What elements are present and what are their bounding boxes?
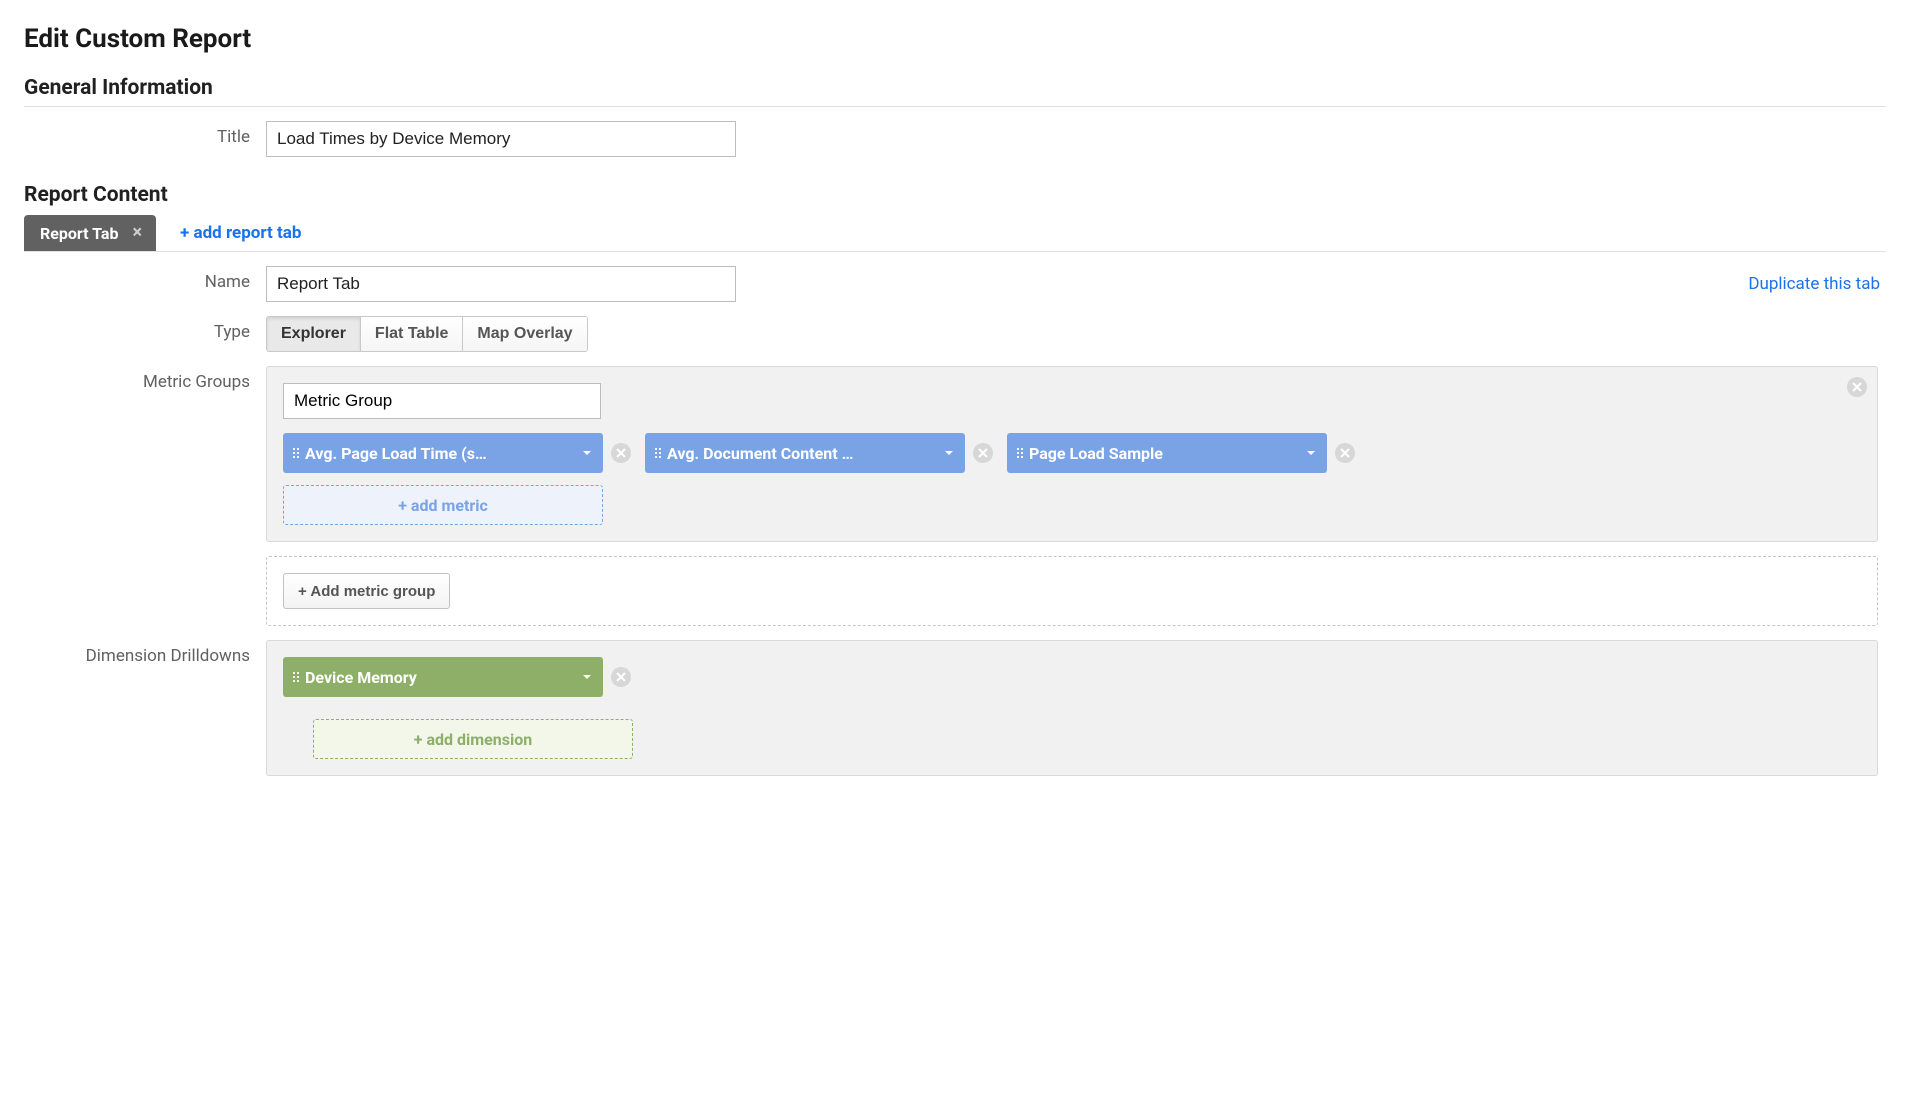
drag-handle-icon[interactable] [293,448,295,458]
metric-group-name-input[interactable] [283,383,601,419]
dimension-pill-label: Device Memory [305,668,571,687]
type-segmented-control: Explorer Flat Table Map Overlay [266,316,588,352]
type-label: Type [24,316,266,342]
chevron-down-icon[interactable] [581,444,593,463]
add-metric-button[interactable]: + add metric [283,485,603,525]
metric-pill-label: Avg. Page Load Time (s… [305,444,571,463]
add-metric-group-panel: + Add metric group [266,556,1878,626]
type-option-flat-table[interactable]: Flat Table [361,317,464,351]
type-option-explorer[interactable]: Explorer [267,317,361,351]
remove-metric-button[interactable] [1335,443,1355,463]
drag-handle-icon[interactable] [1017,448,1019,458]
remove-metric-group-button[interactable] [1847,377,1867,397]
metric-groups-label: Metric Groups [24,366,266,392]
metric-pill-label: Page Load Sample [1029,444,1295,463]
add-metric-group-button[interactable]: + Add metric group [283,573,450,609]
dimension-panel: Device Memory + add dimension [266,640,1878,776]
section-general-information: General Information Title [24,76,1886,157]
metric-pill-avg-document-content[interactable]: Avg. Document Content … [645,433,965,473]
metric-pill-row: Avg. Page Load Time (s… Avg. Document Co… [283,433,1861,525]
metric-pill-label: Avg. Document Content … [667,444,933,463]
metric-pill-page-load-sample[interactable]: Page Load Sample [1007,433,1327,473]
close-icon [978,448,988,458]
close-icon [1340,448,1350,458]
close-icon[interactable]: × [128,224,146,242]
tab-name-label: Name [24,266,266,302]
drag-handle-icon[interactable] [655,448,657,458]
title-label: Title [24,121,266,147]
close-icon [616,672,626,682]
type-option-map-overlay[interactable]: Map Overlay [463,317,586,351]
chevron-down-icon[interactable] [1305,444,1317,463]
add-report-tab-link[interactable]: + add report tab [180,223,301,243]
dimension-pill-device-memory[interactable]: Device Memory [283,657,603,697]
report-tab-strip: Report Tab × + add report tab [24,215,1886,252]
remove-dimension-button[interactable] [611,667,631,687]
section-report-content: Report Content Report Tab × + add report… [24,183,1886,776]
report-tab-label: Report Tab [40,224,118,243]
add-dimension-button[interactable]: + add dimension [313,719,633,759]
duplicate-tab-link[interactable]: Duplicate this tab [1748,274,1880,294]
close-icon [1852,382,1862,392]
tab-name-input[interactable] [266,266,736,302]
drag-handle-icon[interactable] [293,672,295,682]
remove-metric-button[interactable] [611,443,631,463]
report-tab-chip[interactable]: Report Tab × [24,215,156,251]
chevron-down-icon[interactable] [943,444,955,463]
section-header-general: General Information [24,76,1886,107]
remove-metric-button[interactable] [973,443,993,463]
section-header-content: Report Content [24,183,1886,209]
close-icon [616,448,626,458]
report-title-input[interactable] [266,121,736,157]
page-title: Edit Custom Report [24,24,1886,54]
metric-pill-avg-page-load-time[interactable]: Avg. Page Load Time (s… [283,433,603,473]
dimension-drilldowns-label: Dimension Drilldowns [24,640,266,666]
metric-group-panel: Avg. Page Load Time (s… Avg. Document Co… [266,366,1878,542]
chevron-down-icon[interactable] [581,668,593,687]
